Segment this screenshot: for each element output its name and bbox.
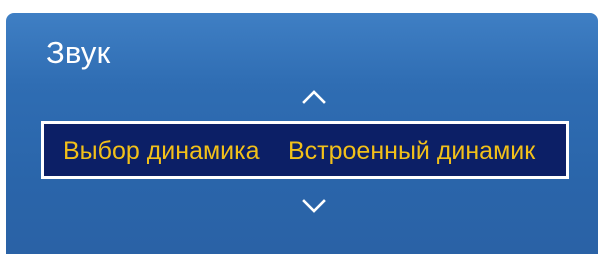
chevron-up-icon[interactable] (302, 89, 326, 105)
option-label: Выбор динамика (63, 137, 260, 165)
chevron-down-icon[interactable] (302, 198, 326, 214)
option-value: Встроенный динамик (288, 137, 536, 165)
sound-menu-panel: Звук Выбор динамика Встроенный динамик (6, 13, 598, 254)
menu-title: Звук (46, 35, 111, 70)
speaker-select-option[interactable]: Выбор динамика Встроенный динамик (41, 121, 569, 179)
